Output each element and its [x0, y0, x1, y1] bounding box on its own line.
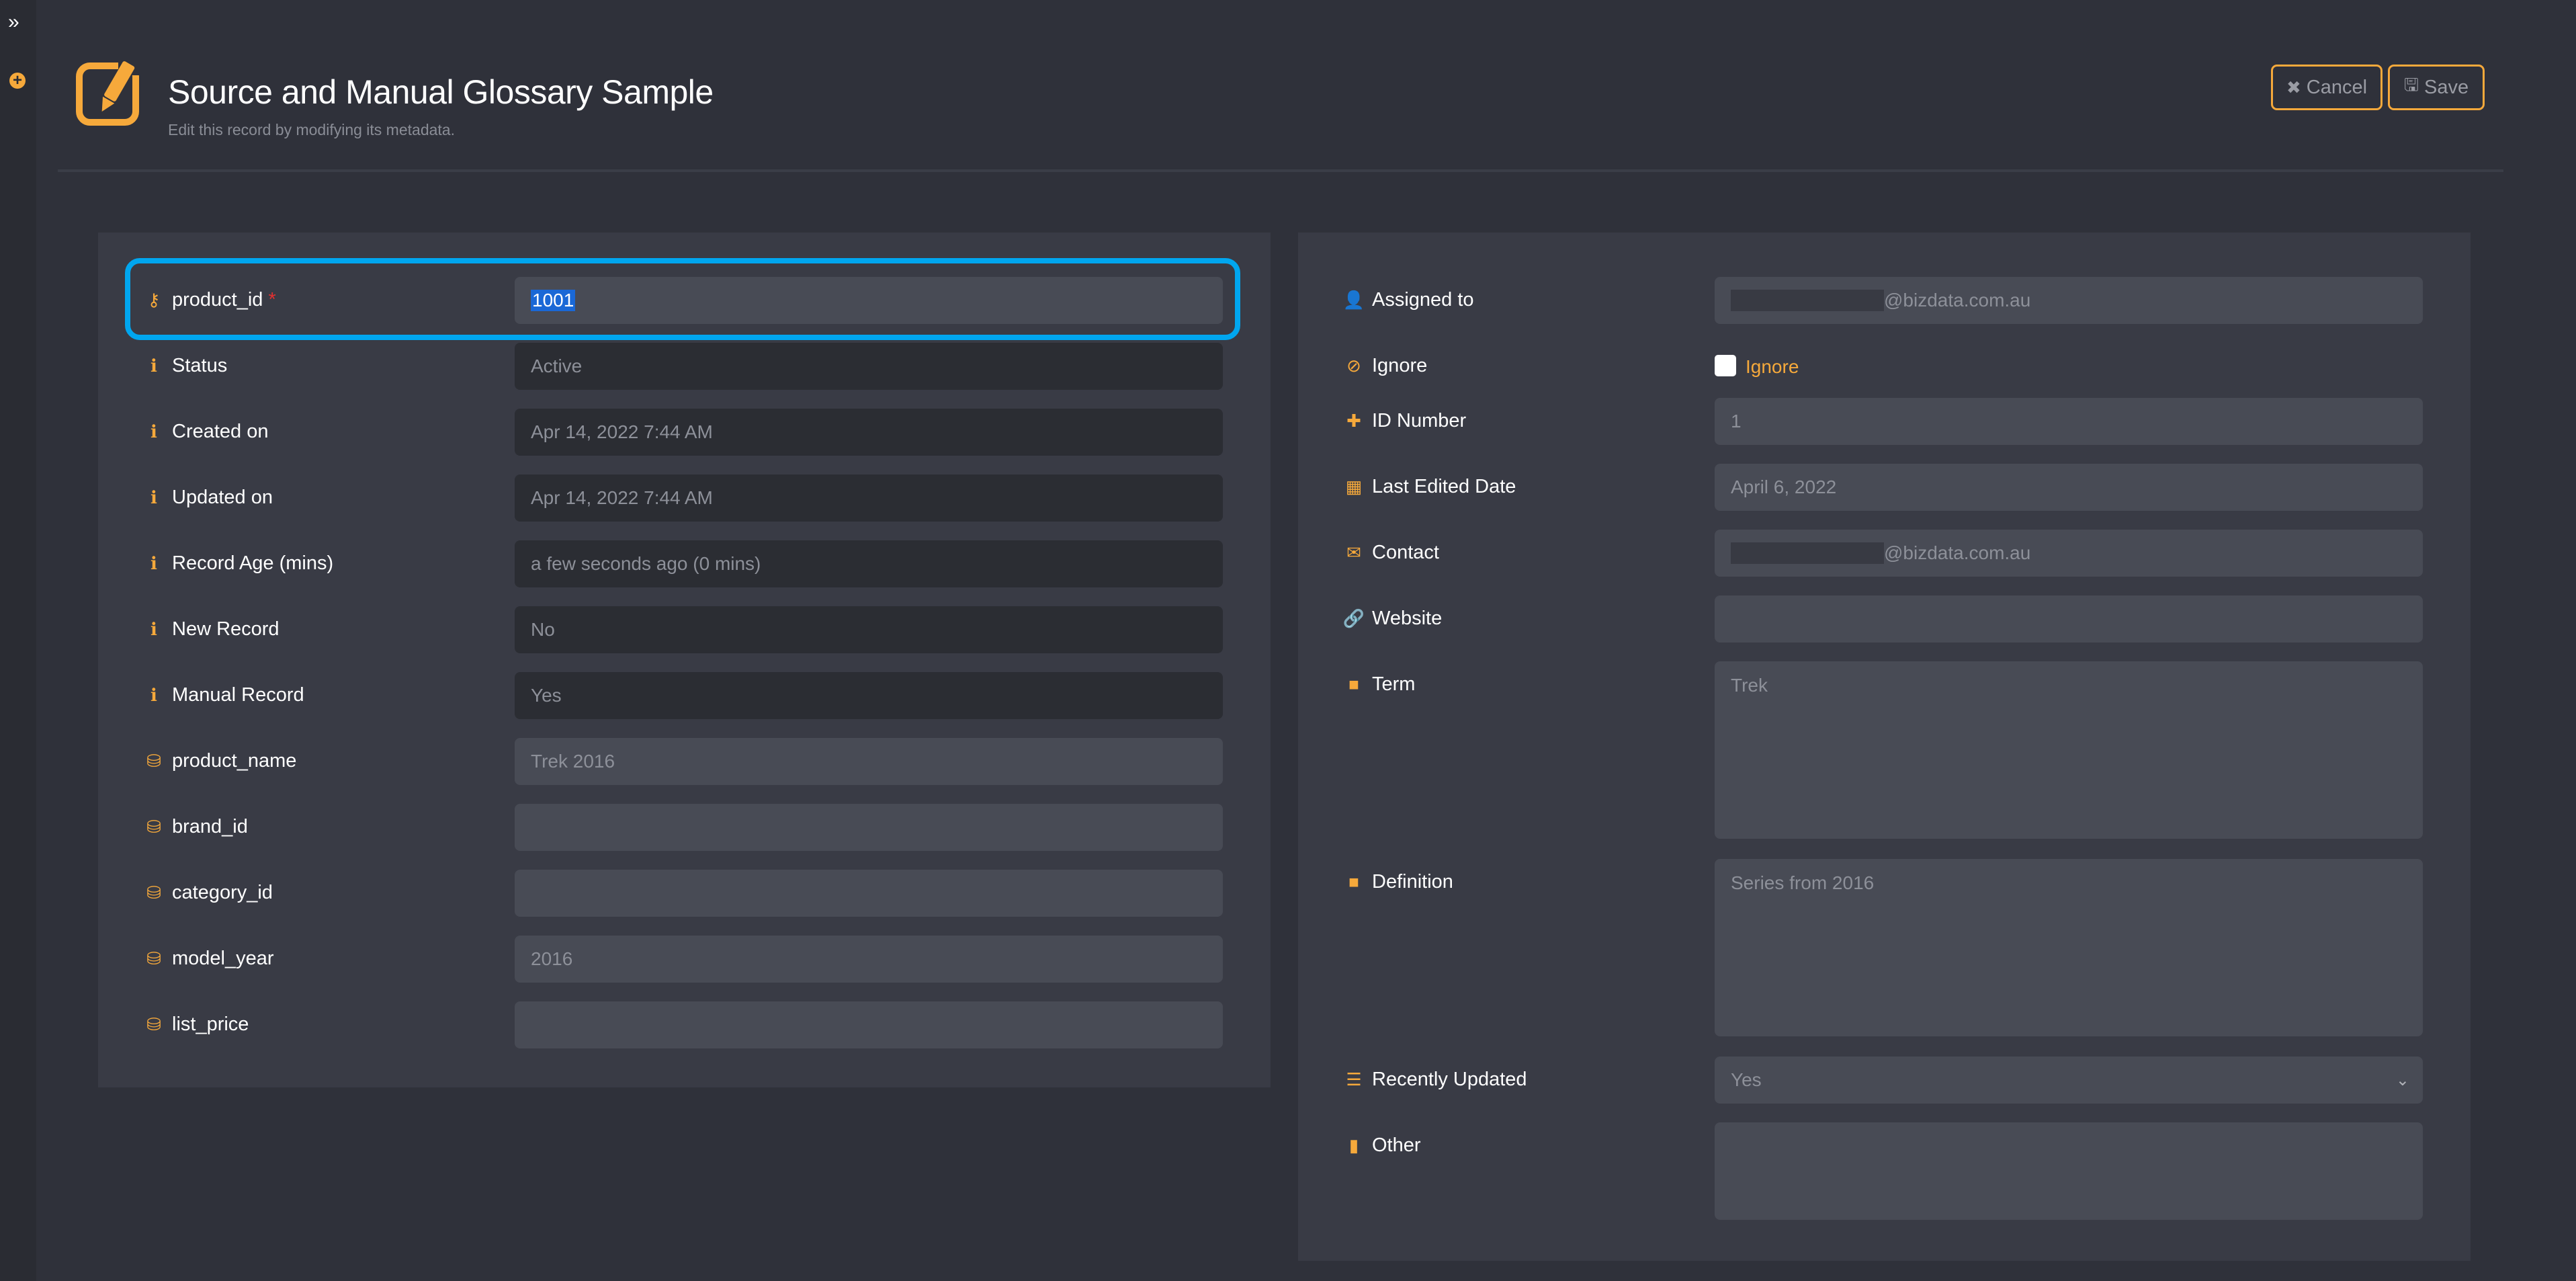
redacted-text	[1731, 542, 1884, 564]
updated-on-field: Apr 14, 2022 7:44 AM	[515, 474, 1223, 522]
model-year-input[interactable]: 2016	[515, 936, 1223, 983]
product-id-input[interactable]: 1001	[515, 277, 1223, 324]
cancel-label: Cancel	[2306, 76, 2368, 98]
product-name-input[interactable]: Trek 2016	[515, 738, 1223, 785]
times-icon: ✖	[2286, 77, 2301, 97]
category-id-input[interactable]	[515, 870, 1223, 917]
cancel-button[interactable]: ✖ Cancel	[2271, 65, 2382, 110]
link-icon: 🔗	[1342, 608, 1365, 628]
ignore-checkbox-label[interactable]: Ignore	[1746, 356, 1799, 378]
page-subtitle: Edit this record by modifying its metada…	[168, 121, 455, 138]
edit-square-icon	[76, 58, 159, 126]
database-icon: ⛁	[146, 751, 161, 771]
info-circle-icon: ℹ	[151, 685, 157, 705]
save-button[interactable]: 🖫 Save	[2388, 65, 2485, 110]
info-circle-icon: ℹ	[151, 487, 157, 507]
eye-slash-icon: ⊘	[1346, 356, 1361, 376]
required-marker: *	[268, 289, 276, 311]
database-icon: ⛁	[146, 948, 161, 968]
list-price-input[interactable]	[515, 1001, 1223, 1048]
info-circle-icon: ℹ	[151, 619, 157, 639]
double-chevron-right-icon[interactable]: »	[8, 12, 19, 32]
plus-circle-icon[interactable]: +	[9, 73, 26, 89]
page-header: Source and Manual Glossary Sample Edit t…	[58, 0, 2503, 172]
sticky-note-icon: ■	[1348, 872, 1359, 892]
status-field: Active	[515, 343, 1223, 390]
database-icon: ⛁	[146, 882, 161, 903]
ignore-checkbox[interactable]	[1715, 355, 1736, 376]
user-icon: 👤	[1342, 290, 1365, 310]
right-panel: 👤 Assigned to @bizdata.com.au ⊘ Ignore Ign…	[1298, 233, 2471, 1261]
plus-icon: ✚	[1346, 411, 1361, 431]
info-circle-icon: ℹ	[151, 421, 157, 442]
contact-input[interactable]: @bizdata.com.au	[1715, 530, 2423, 577]
last-edited-date-input[interactable]: April 6, 2022	[1715, 464, 2423, 511]
chevron-down-icon: ⌄	[2395, 1071, 2409, 1089]
floppy-disk-icon: 🖫	[2403, 75, 2419, 95]
file-icon: ▮	[1348, 1135, 1359, 1155]
calendar-icon: ▦	[1345, 477, 1363, 497]
database-icon: ⛁	[146, 817, 161, 837]
redacted-text	[1731, 290, 1884, 311]
page-title: Source and Manual Glossary Sample	[168, 73, 714, 111]
id-number-input[interactable]: 1	[1715, 398, 2423, 445]
field-label: ⚷ product_id *	[145, 289, 276, 311]
created-on-field: Apr 14, 2022 7:44 AM	[515, 409, 1223, 456]
new-record-field: No	[515, 606, 1223, 653]
envelope-icon: ✉	[1346, 542, 1361, 563]
database-icon: ⛁	[146, 1014, 161, 1034]
manual-record-field: Yes	[515, 672, 1223, 719]
sidebar: » +	[0, 0, 36, 1281]
key-icon: ⚷	[147, 290, 161, 310]
recently-updated-select[interactable]: Yes ⌄	[1715, 1057, 2423, 1104]
brand-id-input[interactable]	[515, 804, 1223, 851]
left-panel: ⚷ product_id * 1001 ℹ Status Active ℹ Crea…	[98, 233, 1271, 1087]
definition-textarea[interactable]: Series from 2016	[1715, 859, 2423, 1036]
info-circle-icon: ℹ	[151, 553, 157, 573]
assigned-to-input[interactable]: @bizdata.com.au	[1715, 277, 2423, 324]
record-age-field: a few seconds ago (0 mins)	[515, 540, 1223, 587]
list-icon: ☰	[1346, 1069, 1362, 1089]
sticky-note-icon: ■	[1348, 674, 1359, 694]
other-textarea[interactable]	[1715, 1122, 2423, 1220]
info-circle-icon: ℹ	[151, 356, 157, 376]
website-input[interactable]	[1715, 595, 2423, 643]
save-label: Save	[2424, 76, 2469, 98]
term-textarea[interactable]: Trek	[1715, 661, 2423, 839]
